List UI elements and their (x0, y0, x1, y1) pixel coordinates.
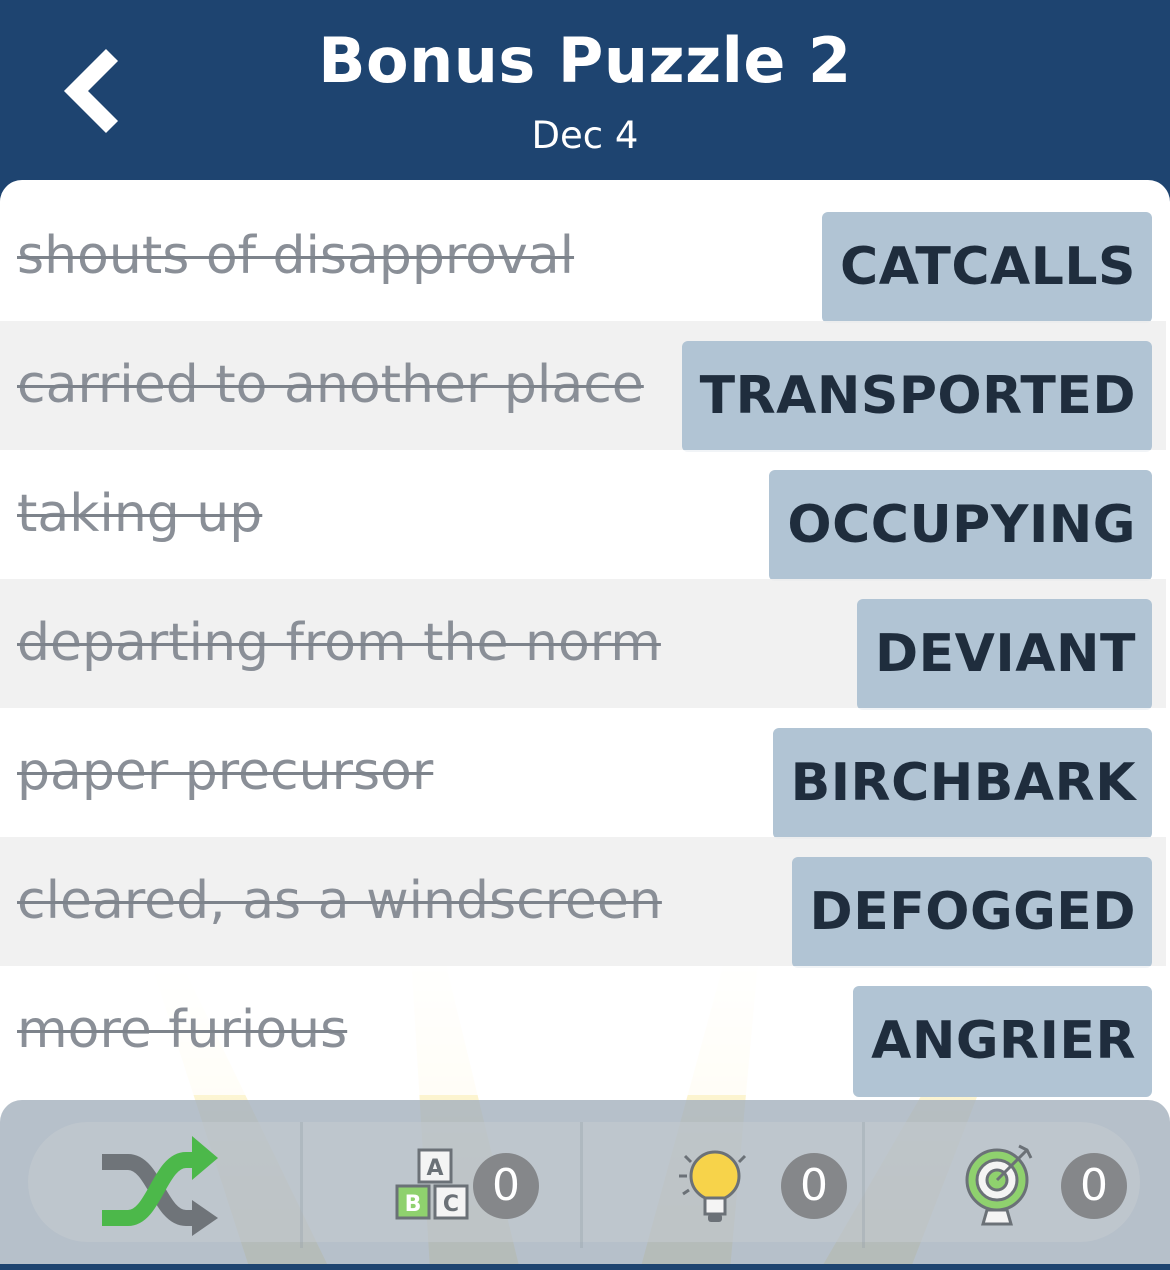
clue-list-panel: shouts of disapproval CATCALLS carried t… (0, 180, 1170, 1270)
answer-tile: CATCALLS (822, 212, 1152, 323)
clue-text: shouts of disapproval (17, 226, 575, 286)
clue-text: paper precursor (17, 742, 434, 802)
svg-text:B: B (405, 1192, 422, 1217)
target-count-badge: 0 (1061, 1153, 1127, 1219)
target-icon (965, 1144, 1033, 1226)
letter-blocks-icon: A B C (395, 1148, 469, 1220)
shuffle-icon (102, 1136, 218, 1236)
clue-row[interactable]: paper precursor BIRCHBARK (0, 708, 1166, 839)
clue-row[interactable]: more furious ANGRIER (0, 966, 1166, 1097)
header: Bonus Puzzle 2 Dec 4 (0, 0, 1170, 180)
hint-count-badge: 0 (781, 1153, 847, 1219)
svg-text:A: A (426, 1156, 443, 1181)
clue-row[interactable]: carried to another place TRANSPORTED (0, 321, 1166, 452)
clue-text: carried to another place (17, 355, 644, 415)
shuffle-button[interactable] (28, 1122, 300, 1248)
svg-text:C: C (443, 1192, 459, 1217)
page-title: Bonus Puzzle 2 (318, 24, 852, 97)
bottom-edge (0, 1264, 1170, 1270)
clue-row[interactable]: departing from the norm DEVIANT (0, 579, 1166, 710)
solve-target-button[interactable]: 0 (865, 1122, 1140, 1248)
clue-text: cleared, as a windscreen (17, 871, 662, 931)
clue-row[interactable]: cleared, as a windscreen DEFOGGED (0, 837, 1166, 968)
lightbulb-icon (679, 1150, 747, 1222)
answer-tile: OCCUPYING (769, 470, 1152, 581)
puzzle-date: Dec 4 (531, 114, 639, 157)
reveal-letter-button[interactable]: A B C 0 (303, 1122, 580, 1248)
clue-row[interactable]: shouts of disapproval CATCALLS (0, 192, 1166, 323)
bottom-toolbar: A B C 0 0 0 (0, 1100, 1170, 1270)
answer-tile: TRANSPORTED (681, 341, 1152, 452)
answer-tile: ANGRIER (853, 986, 1152, 1097)
clue-row[interactable]: taking up OCCUPYING (0, 450, 1166, 581)
answer-tile: BIRCHBARK (772, 728, 1152, 839)
clue-text: departing from the norm (17, 613, 661, 673)
clue-text: taking up (17, 484, 263, 544)
hint-button[interactable]: 0 (583, 1122, 862, 1248)
answer-tile: DEVIANT (856, 599, 1152, 710)
letters-count-badge: 0 (473, 1153, 539, 1219)
toolbar-pill: A B C 0 0 0 (28, 1122, 1140, 1248)
clue-text: more furious (17, 1000, 348, 1060)
answer-tile: DEFOGGED (791, 857, 1152, 968)
